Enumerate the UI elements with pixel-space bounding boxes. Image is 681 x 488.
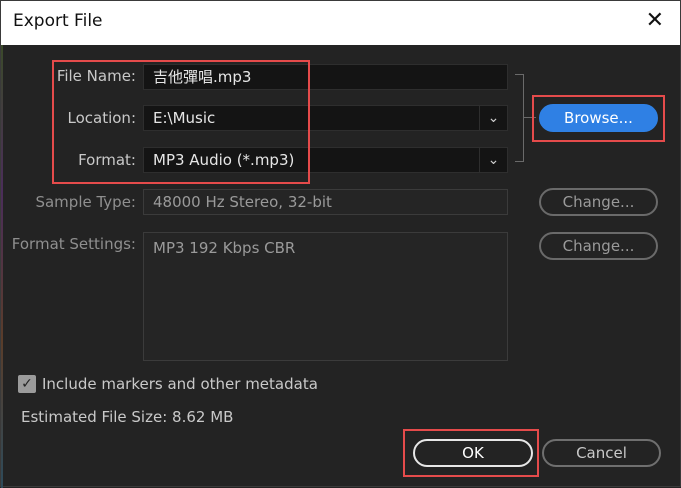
field-group-bracket: [515, 74, 524, 162]
change-sample-type-button[interactable]: Change...: [539, 188, 658, 216]
metadata-checkbox-label: Include markers and other metadata: [42, 375, 318, 393]
title-bar: Export File ✕: [1, 1, 680, 45]
close-icon[interactable]: ✕: [646, 10, 664, 32]
export-file-dialog: Export File ✕ File Name: 吉他彈唱.mp3 Locati…: [0, 0, 681, 488]
estimated-file-size: Estimated File Size: 8.62 MB: [21, 408, 234, 426]
dialog-title: Export File: [13, 11, 103, 31]
change-format-settings-button[interactable]: Change...: [539, 232, 658, 260]
highlight-box-ok: [403, 429, 539, 477]
sample-type-field: 48000 Hz Stereo, 32-bit: [143, 189, 508, 215]
highlight-box-browse: [532, 95, 665, 142]
highlight-box-fields: [52, 60, 310, 184]
window-edge: [1, 45, 3, 488]
sample-type-label: Sample Type:: [35, 193, 136, 211]
metadata-checkbox[interactable]: ✓: [18, 375, 36, 393]
chevron-down-icon[interactable]: ⌄: [479, 106, 507, 130]
checkmark-icon: ✓: [21, 376, 33, 392]
cancel-button[interactable]: Cancel: [542, 439, 661, 467]
chevron-down-icon[interactable]: ⌄: [479, 148, 507, 172]
format-settings-area: MP3 192 Kbps CBR: [143, 232, 508, 361]
format-settings-label: Format Settings:: [11, 235, 136, 253]
